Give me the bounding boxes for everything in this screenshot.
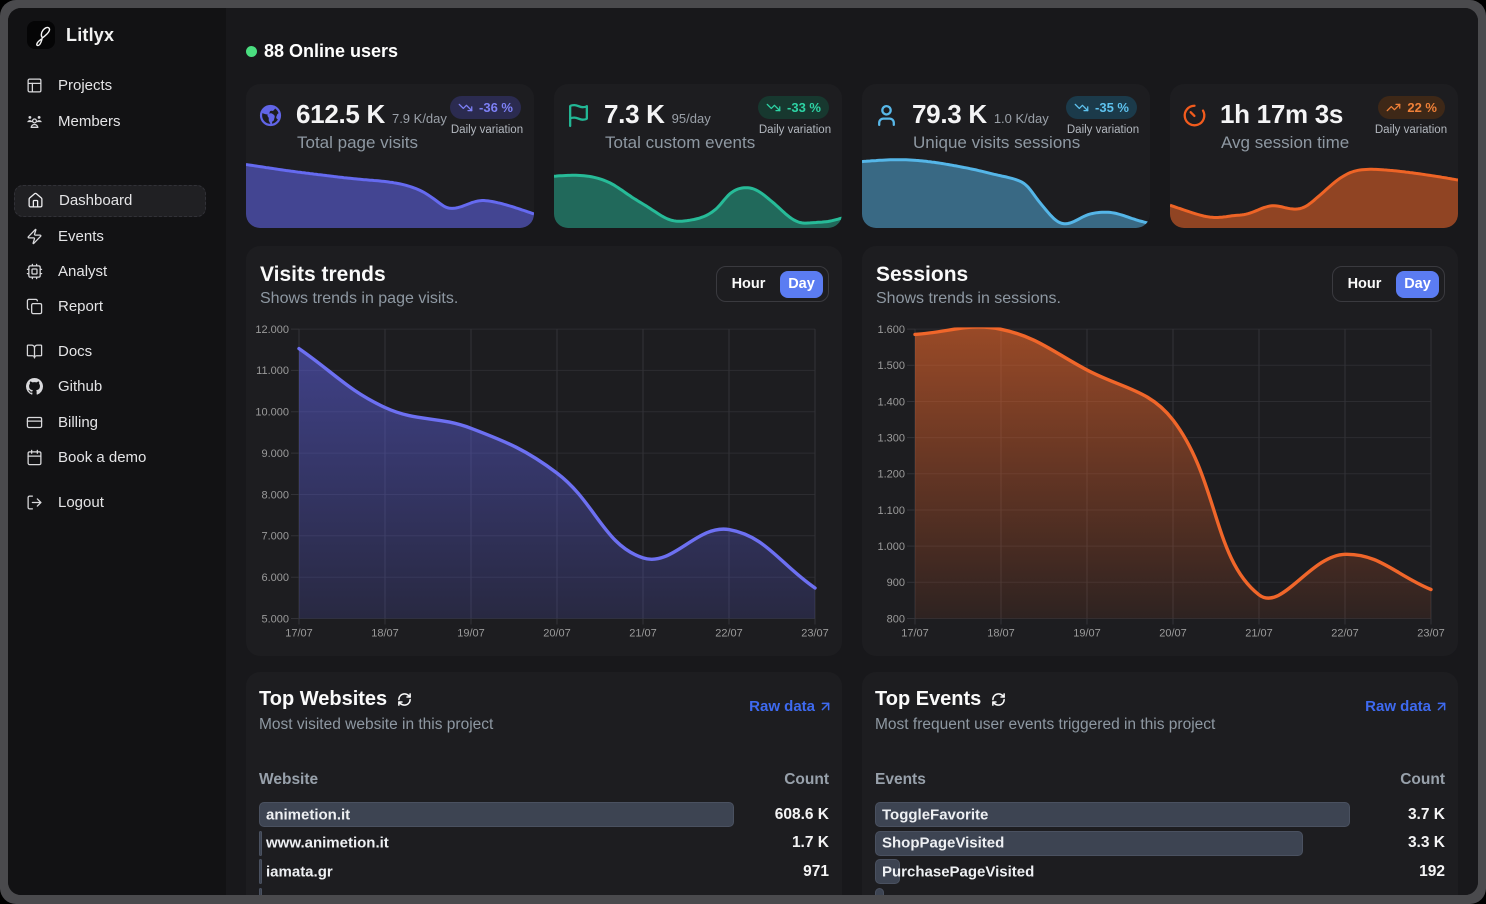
svg-text:1.300: 1.300 (877, 432, 905, 444)
svg-text:22/07: 22/07 (1331, 628, 1359, 640)
svg-text:17/07: 17/07 (285, 628, 313, 640)
svg-text:7.000: 7.000 (261, 531, 289, 543)
svg-text:11.000: 11.000 (256, 365, 289, 377)
svg-text:17/07: 17/07 (901, 628, 929, 640)
svg-text:20/07: 20/07 (1159, 628, 1187, 640)
svg-text:19/07: 19/07 (457, 628, 485, 640)
svg-text:22/07: 22/07 (715, 628, 743, 640)
svg-text:9.000: 9.000 (261, 448, 289, 460)
svg-text:1.600: 1.600 (877, 324, 905, 336)
svg-text:21/07: 21/07 (629, 628, 657, 640)
svg-text:1.100: 1.100 (877, 505, 905, 517)
svg-text:10.000: 10.000 (255, 407, 289, 419)
svg-text:12.000: 12.000 (255, 324, 289, 336)
svg-text:1.200: 1.200 (877, 469, 905, 481)
svg-text:1.400: 1.400 (877, 396, 905, 408)
svg-text:900: 900 (887, 577, 905, 589)
svg-text:18/07: 18/07 (371, 628, 399, 640)
svg-text:18/07: 18/07 (987, 628, 1015, 640)
svg-text:1.000: 1.000 (877, 541, 905, 553)
svg-text:20/07: 20/07 (543, 628, 571, 640)
svg-text:21/07: 21/07 (1245, 628, 1273, 640)
svg-text:19/07: 19/07 (1073, 628, 1101, 640)
svg-text:8.000: 8.000 (261, 489, 289, 501)
svg-text:800: 800 (887, 613, 905, 625)
svg-text:23/07: 23/07 (1417, 628, 1445, 640)
svg-text:6.000: 6.000 (261, 572, 289, 584)
svg-text:1.500: 1.500 (877, 360, 905, 372)
svg-text:5.000: 5.000 (261, 613, 289, 625)
svg-text:23/07: 23/07 (801, 628, 829, 640)
